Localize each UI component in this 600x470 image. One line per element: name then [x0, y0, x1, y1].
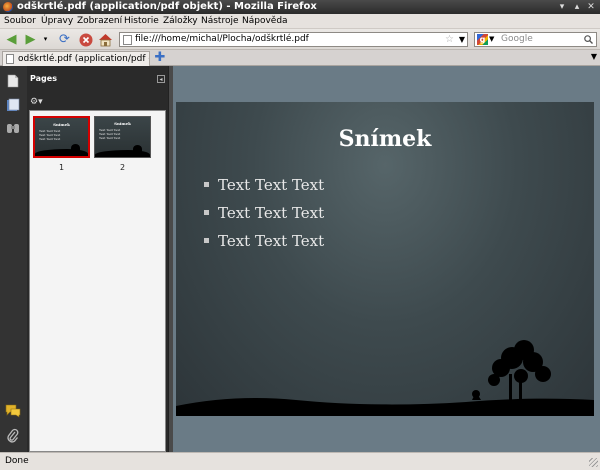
url-dropdown-icon[interactable]: ▼: [459, 33, 465, 46]
url-bar[interactable]: file:///home/michal/Plocha/odškrtlé.pdf …: [119, 32, 468, 47]
menu-upravy[interactable]: Úpravy: [41, 14, 73, 29]
pdf-page: Snímek Text Text Text Text Text Text Tex…: [176, 102, 594, 416]
menu-bar: Soubor Úpravy Zobrazení Historie Záložky…: [0, 14, 600, 29]
search-placeholder: Google: [501, 34, 533, 44]
minimize-icon[interactable]: ▾: [556, 1, 568, 13]
search-icon[interactable]: [584, 33, 593, 49]
navigation-toolbar: ◀ ▶ ▾ ⟳ file:///home/michal/Plocha/odškr…: [0, 29, 600, 50]
back-icon[interactable]: ◀: [3, 31, 20, 48]
tab-pdf[interactable]: odškrtlé.pdf (application/pdf obj...: [2, 51, 150, 66]
slide-landscape-silhouette: [176, 340, 594, 416]
menu-historie[interactable]: Historie: [124, 14, 159, 29]
page-number-1: 1: [58, 163, 65, 172]
pages-sidebar: Pages ◂ ⚙▾ Snímek Text Text Text Text Te…: [27, 66, 168, 452]
page-favicon: [123, 35, 132, 45]
reload-icon[interactable]: ⟳: [56, 31, 73, 48]
menu-soubor[interactable]: Soubor: [4, 14, 36, 29]
attachment-icon[interactable]: [5, 428, 21, 444]
bullet-marker: [204, 237, 209, 243]
slide-bullet: Text Text Text: [204, 232, 324, 250]
tab-bar: odškrtlé.pdf (application/pdf obj... ✚ ▼: [0, 50, 600, 66]
firefox-icon: [3, 2, 13, 12]
home-icon[interactable]: [97, 31, 114, 48]
search-bar[interactable]: g ▼ Google: [474, 32, 597, 47]
slide-bullet: Text Text Text: [204, 176, 324, 194]
title-bar: odškrtlé.pdf (application/pdf objekt) - …: [0, 0, 600, 14]
thumbnail-title: Snímek: [114, 121, 131, 126]
bullet-marker: [204, 181, 209, 187]
thumbnail-hill: [95, 150, 150, 157]
slide-bullet-text: Text Text Text: [218, 176, 325, 194]
slide-bullet: Text Text Text: [204, 204, 324, 222]
maximize-icon[interactable]: ▴: [571, 1, 583, 13]
thumbnail-panel: Snímek Text Text Text Text Text Text Tex…: [29, 110, 166, 452]
page-thumbnail-2[interactable]: Snímek Text Text Text Text Text Text Tex…: [94, 116, 151, 158]
resize-grip[interactable]: [589, 458, 598, 467]
sidebar-title: Pages: [30, 74, 57, 83]
stop-icon[interactable]: [77, 31, 94, 48]
menu-zobrazeni[interactable]: Zobrazení: [77, 14, 122, 29]
tree-silhouette: [472, 340, 551, 402]
menu-zalozky[interactable]: Záložky: [163, 14, 198, 29]
thumbnail-title: Snímek: [53, 122, 70, 127]
slide-bullet-text: Text Text Text: [218, 232, 325, 250]
tab-favicon: [6, 54, 14, 64]
viewer-icon-strip: [0, 66, 27, 452]
search-engine-dropdown-icon[interactable]: ▼: [489, 33, 494, 46]
url-text: file:///home/michal/Plocha/odškrtlé.pdf: [135, 34, 309, 44]
google-icon[interactable]: g: [477, 34, 488, 45]
options-gear-icon[interactable]: ⚙▾: [30, 96, 43, 108]
status-bar: Done: [0, 452, 600, 470]
close-icon[interactable]: ✕: [585, 1, 597, 13]
bookmarks-panel-icon[interactable]: [5, 98, 21, 114]
page-thumbnail-1[interactable]: Snímek Text Text Text Text Text Text Tex…: [33, 116, 90, 158]
list-all-tabs-icon[interactable]: ▼: [591, 52, 597, 61]
window-title: odškrtlé.pdf (application/pdf objekt) - …: [17, 1, 317, 12]
menu-nastroje[interactable]: Nástroje: [201, 14, 239, 29]
search-panel-icon[interactable]: [5, 122, 21, 138]
sidebar-splitter[interactable]: [168, 66, 173, 452]
sidebar-header: Pages ◂: [27, 72, 168, 86]
menu-napoveda[interactable]: Nápověda: [242, 14, 288, 29]
pages-panel-icon[interactable]: [5, 74, 21, 90]
bullet-marker: [204, 209, 209, 215]
slide-bullet-text: Text Text Text: [218, 204, 325, 222]
slide-title: Snímek: [338, 126, 432, 152]
status-text: Done: [5, 456, 29, 466]
history-dropdown-icon[interactable]: ▾: [37, 31, 54, 48]
thumbnail-bullet: Text Text Text: [99, 136, 121, 140]
new-tab-icon[interactable]: ✚: [154, 51, 166, 65]
bookmark-star-icon[interactable]: ☆: [445, 33, 454, 46]
tab-label: odškrtlé.pdf (application/pdf obj...: [18, 54, 149, 64]
thumbnail-bullet: Text Text Text: [39, 137, 61, 141]
thumbnail-hill: [35, 149, 88, 156]
sidebar-close-icon[interactable]: ◂: [157, 75, 165, 83]
page-number-2: 2: [119, 163, 126, 172]
comments-icon[interactable]: [5, 404, 21, 420]
